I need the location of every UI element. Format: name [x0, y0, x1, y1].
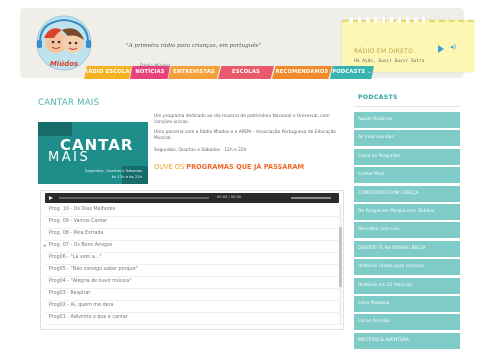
audio-progress-bar[interactable] — [59, 197, 209, 199]
nav-item-podcasts[interactable]: PODCASTS ⌄ — [330, 66, 374, 79]
track-item[interactable]: Prog. 10 - Os Dias Melhores — [49, 207, 115, 212]
sidebar-podcast-link[interactable]: Letra Pequena — [354, 296, 460, 312]
banner-shape — [38, 122, 72, 136]
main-nav: RÁDIO ESCOLAS NOTÍCIAS ENTREVISTAS ESCOL… — [84, 66, 384, 79]
track-divider — [45, 288, 339, 289]
sidebar-podcast-link[interactable]: COMEDOURO COM CABEÇA — [354, 185, 460, 202]
past-programs-heading-bold: PROGRAMAS QUE JÁ PASSARAM — [186, 163, 305, 171]
past-programs-heading: OUVE OS PROGRAMAS QUE JÁ PASSARAM — [154, 163, 304, 171]
banner-title-mais: MAIS — [48, 150, 91, 165]
track-item[interactable]: Prog. 07 - Os Bons Amigos — [49, 243, 112, 248]
track-item[interactable]: Prog03 - Respirar — [49, 291, 90, 296]
track-item[interactable]: Prog06 - "Lá vem a..." — [49, 255, 102, 260]
scrollbar-thumb[interactable] — [339, 227, 342, 287]
nav-item-entrevistas[interactable]: ENTREVISTAS — [168, 66, 220, 79]
banner-hours: às 12h e às 22h — [111, 174, 142, 179]
note-punch-hole — [414, 17, 417, 23]
past-programs-heading-pre: OUVE OS — [154, 163, 187, 171]
page-title: CANTAR MAIS — [38, 98, 100, 108]
sidebar-podcast-link[interactable]: Contar Mais — [354, 167, 460, 184]
podcasts-sidebar: PODCASTS Aquilo Histórias As mais ouvidas… — [354, 90, 460, 349]
track-divider — [45, 276, 339, 277]
now-playing-icon: ◂ — [43, 242, 46, 249]
program-schedule: Segundas, Quartas e Sábados · 12h e 22h — [154, 148, 247, 153]
program-partnership: Uma parceria com a Rádio Miúdos e a APEM… — [154, 130, 336, 141]
track-divider — [45, 264, 339, 265]
program-description: Um programa dedicado ao dia musical do p… — [154, 114, 330, 125]
podcast-playlist: 00:00 / 00:00 Prog. 10 - Os Dias Melhore… — [40, 190, 344, 330]
track-item[interactable]: Prog. 09 - Vamos Cantar — [49, 219, 107, 224]
page: Miúdos "A primeira rádio para crianças, … — [0, 0, 484, 349]
track-item[interactable]: Prog01 - Adivinha o que é cantar — [49, 315, 128, 320]
banner-days: Segundas, Quartas e Sábados — [84, 168, 142, 173]
sidebar-divider — [354, 106, 460, 107]
note-punch-hole — [366, 17, 369, 23]
track-item[interactable]: Prog05 - "Não consigo saber porque" — [49, 267, 138, 272]
sidebar-title: PODCASTS — [358, 94, 398, 101]
track-divider — [45, 300, 339, 301]
audio-player: 00:00 / 00:00 — [45, 193, 339, 203]
track-item[interactable]: Prog04 - "Alegria de ouvir música" — [49, 279, 132, 284]
audio-volume-slider[interactable] — [291, 197, 331, 199]
audio-time: 00:00 / 00:00 — [217, 195, 242, 199]
note-punch-hole — [406, 17, 409, 23]
sidebar-podcast-link[interactable]: Livros Animais — [354, 314, 460, 331]
sidebar-podcast-link[interactable]: Histórias em 22 Palavras — [354, 277, 460, 294]
live-radio-player: RÁDIO EM DIRETO Há Ação, Ouvir Ouvir Out… — [342, 17, 474, 72]
sidebar-podcast-link[interactable]: Histórias Lindas para crianças — [354, 259, 460, 276]
sidebar-podcast-link[interactable]: Caixa de Perguntas — [354, 148, 460, 165]
track-divider — [45, 324, 339, 325]
track-item[interactable]: Prog. 08 - Pela Estrada — [49, 231, 103, 236]
sidebar-podcast-link[interactable]: MISTÉRIO & AVENTURA — [354, 332, 460, 349]
svg-text:Miúdos: Miúdos — [50, 60, 78, 68]
play-icon[interactable] — [438, 45, 444, 53]
main-content: CANTAR MAIS CANTAR MAIS Segundas, Quarta… — [38, 90, 344, 340]
sidebar-podcast-link[interactable]: As mais ouvidas — [354, 130, 460, 147]
nav-item-recomendamos[interactable]: RECOMENDAMOS — [272, 66, 332, 79]
sidebar-podcast-link[interactable]: Descobrir com Leo — [354, 222, 460, 239]
note-punch-hole — [374, 17, 377, 23]
live-radio-subtitle: Há Ação, Ouvir Ouvir Outra — [354, 59, 425, 64]
nav-item-noticias[interactable]: NOTÍCIAS — [130, 66, 170, 79]
note-punch-hole — [398, 17, 401, 23]
track-divider — [45, 216, 339, 217]
audio-play-icon[interactable] — [49, 195, 53, 200]
sidebar-podcast-link[interactable]: De Parque em Parque com Teddies — [354, 204, 460, 220]
note-punch-hole — [382, 17, 385, 23]
sidebar-podcast-link[interactable]: DIVERTE-TE NA NOSSA LÍNGUA — [354, 240, 460, 257]
live-radio-title: RÁDIO EM DIRETO — [354, 48, 414, 55]
track-divider — [45, 240, 339, 241]
site-tagline: "A primeira rádio para crianças, em port… — [126, 43, 262, 49]
nav-item-escolas[interactable]: ESCOLAS — [218, 66, 274, 79]
volume-icon[interactable]: ◂) — [450, 43, 456, 51]
track-item[interactable]: Prog02 - Ai, quem me dera — [49, 303, 114, 308]
radio-miudos-logo[interactable]: Miúdos — [32, 12, 96, 74]
note-punch-hole — [350, 17, 353, 23]
track-divider — [45, 228, 339, 229]
note-punch-hole — [390, 17, 393, 23]
nav-item-radio-escolas[interactable]: RÁDIO ESCOLAS — [84, 66, 132, 79]
track-divider — [45, 252, 339, 253]
scrollbar[interactable] — [339, 205, 342, 325]
program-banner: CANTAR MAIS Segundas, Quartas e Sábados … — [38, 122, 148, 184]
note-punch-hole — [358, 17, 361, 23]
note-punch-hole — [422, 17, 425, 23]
track-divider — [45, 312, 339, 313]
sidebar-podcast-link[interactable]: Aquilo Histórias — [354, 112, 460, 128]
